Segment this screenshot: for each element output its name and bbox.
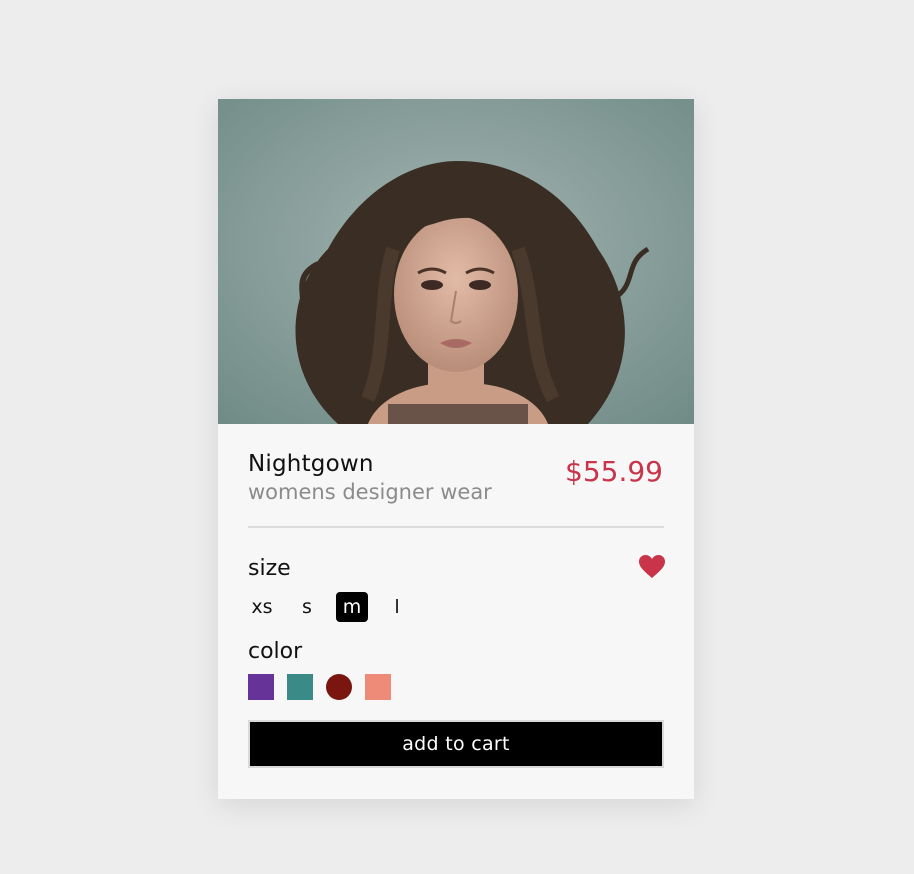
- size-option-m[interactable]: m: [336, 592, 368, 622]
- color-swatch-maroon[interactable]: [326, 674, 352, 700]
- color-swatch-teal[interactable]: [287, 674, 313, 700]
- product-subtitle: womens designer wear: [248, 480, 492, 504]
- heart-icon: [639, 555, 665, 578]
- product-price: $55.99: [565, 455, 663, 488]
- product-card: Nightgown womens designer wear $55.99 si…: [218, 99, 694, 799]
- size-option-l[interactable]: l: [381, 592, 413, 622]
- favorite-button[interactable]: [639, 555, 665, 579]
- size-options: xs s m l: [246, 592, 413, 622]
- color-label: color: [248, 639, 303, 664]
- product-name: Nightgown: [248, 451, 374, 477]
- color-swatches: [248, 674, 391, 700]
- color-swatch-salmon[interactable]: [365, 674, 391, 700]
- divider: [248, 526, 664, 528]
- product-photo: [218, 99, 694, 424]
- add-to-cart-button[interactable]: add to cart: [248, 720, 664, 768]
- size-option-s[interactable]: s: [291, 592, 323, 622]
- size-label: size: [248, 556, 291, 581]
- size-option-xs[interactable]: xs: [246, 592, 278, 622]
- color-swatch-purple[interactable]: [248, 674, 274, 700]
